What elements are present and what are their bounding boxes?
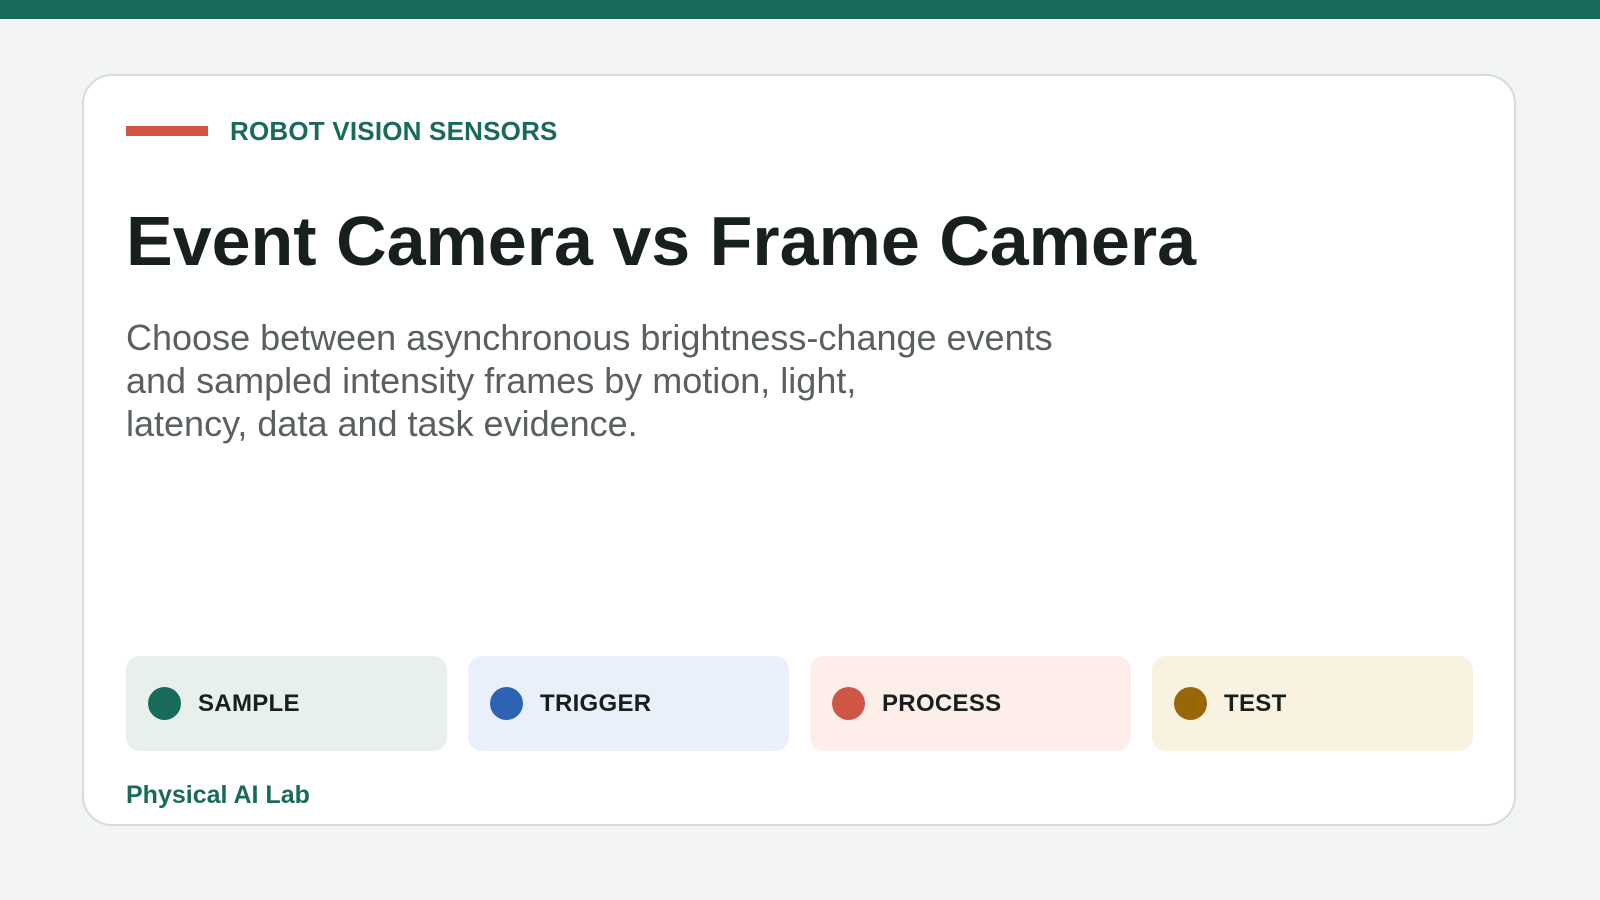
page-title: Event Camera vs Frame Camera	[126, 202, 1197, 280]
test-dot-icon	[1174, 687, 1207, 720]
chip-trigger[interactable]: TRIGGER	[468, 656, 789, 751]
chip-label: PROCESS	[882, 689, 1002, 717]
process-dot-icon	[832, 687, 865, 720]
trigger-dot-icon	[490, 687, 523, 720]
stage-chips: SAMPLE TRIGGER PROCESS TEST	[126, 656, 1473, 751]
title-card: ROBOT VISION SENSORS Event Camera vs Fra…	[82, 74, 1516, 826]
eyebrow: ROBOT VISION SENSORS	[126, 114, 558, 148]
footer-brand: Physical AI Lab	[126, 781, 310, 809]
chip-label: TEST	[1224, 689, 1287, 717]
chip-label: SAMPLE	[198, 689, 300, 717]
top-accent-bar	[0, 0, 1600, 19]
eyebrow-accent-rule	[126, 126, 208, 136]
chip-sample[interactable]: SAMPLE	[126, 656, 447, 751]
eyebrow-label: ROBOT VISION SENSORS	[230, 116, 558, 146]
sample-dot-icon	[148, 687, 181, 720]
chip-test[interactable]: TEST	[1152, 656, 1473, 751]
chip-process[interactable]: PROCESS	[810, 656, 1131, 751]
chip-label: TRIGGER	[540, 689, 652, 717]
page-subtitle: Choose between asynchronous brightness-c…	[126, 317, 1053, 444]
